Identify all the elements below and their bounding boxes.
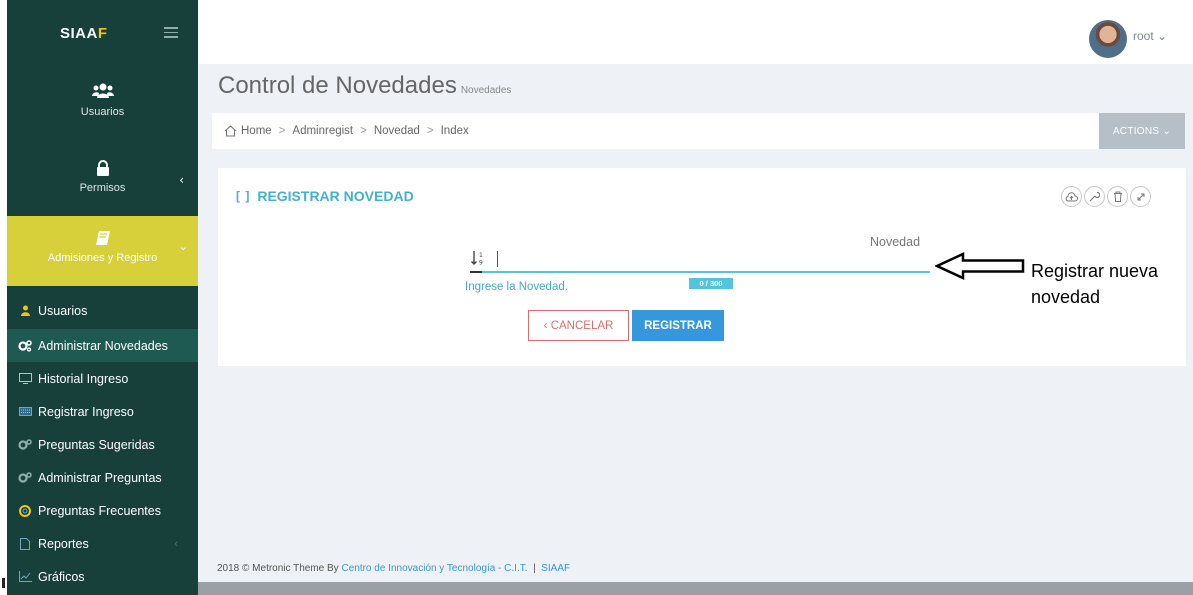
trash-icon[interactable] (1107, 186, 1128, 207)
book-icon (95, 231, 110, 245)
expand-bracket-icon: [ ] (236, 189, 251, 203)
window-edge (0, 0, 7, 595)
sidebar-item-permisos[interactable]: Permisos (7, 160, 198, 194)
chevron-left-icon: ‹ (174, 537, 178, 550)
sort-numeric-icon: 19 (470, 250, 486, 270)
sidebar-item-label: Admisiones y Registro (47, 252, 158, 264)
breadcrumb-novedad[interactable]: Novedad (374, 125, 420, 137)
sidebar-subitem-historial-ingreso[interactable]: Historial Ingreso (7, 362, 198, 395)
chevron-down-icon: ⌄ (1162, 125, 1172, 137)
sidebar-subitem-label: Administrar Preguntas (38, 470, 162, 485)
sidebar-subitem-label: Usuarios (38, 303, 88, 318)
brand-suffix: F (97, 25, 108, 42)
lock-icon (96, 160, 109, 176)
chevron-left-icon: ‹ (543, 319, 548, 332)
char-counter-badge: 0 / 300 (689, 278, 733, 289)
portlet-tools (1061, 186, 1151, 207)
chevron-down-icon: ⌄ (178, 240, 188, 253)
portlet-title: [ ] REGISTRAR NOVEDAD (236, 188, 414, 204)
keyboard-icon (18, 406, 32, 418)
sidebar-subitem-label: Administrar Novedades (38, 338, 168, 353)
register-button[interactable]: REGISTRAR (632, 310, 724, 341)
actions-label: ACTIONS (1112, 125, 1160, 137)
footer-separator: | (533, 563, 536, 574)
sidebar-subitem-administrar-preguntas[interactable]: Administrar Preguntas (7, 461, 198, 494)
breadcrumb-separator: > (426, 125, 434, 137)
sidebar-subitem-label: Reportes (38, 536, 89, 551)
bottom-scrollbar[interactable] (198, 582, 1193, 595)
top-bar (198, 8, 1193, 64)
register-label: REGISTRAR (644, 319, 712, 332)
text-cursor (497, 251, 498, 267)
cogs-icon (18, 339, 32, 352)
users-icon (91, 83, 114, 98)
cogs-icon (18, 471, 32, 484)
sidebar-subitem-administrar-novedades[interactable]: Administrar Novedades (7, 329, 198, 362)
novedad-input[interactable] (470, 271, 930, 273)
breadcrumb-home[interactable]: Home (241, 125, 272, 137)
sidebar-item-admisiones[interactable]: Admisiones y Registro (7, 230, 198, 264)
breadcrumb: Home > Adminregist > Novedad > Index (224, 125, 476, 137)
annotation-arrow-icon (935, 252, 1025, 280)
sidebar-subitem-reportes[interactable]: Reportes ‹ (7, 527, 198, 560)
sidebar-subitem-label: Preguntas Frecuentes (38, 503, 161, 518)
brand-logo[interactable]: SIAAF (60, 25, 108, 42)
breadcrumb-separator: > (360, 125, 367, 137)
wrench-icon[interactable] (1084, 186, 1105, 207)
field-label: Novedad (870, 235, 921, 249)
sidebar-subitem-label: Gráficos (38, 569, 85, 584)
footer: 2018 © Metronic Theme By Centro de Innov… (217, 563, 570, 574)
lifebuoy-icon (18, 504, 32, 517)
page-subtitle: Novedades (460, 85, 512, 96)
svg-text:1: 1 (479, 252, 483, 259)
sidebar-item-label: Usuarios (80, 106, 125, 118)
user-icon (18, 305, 32, 317)
footer-prefix: 2018 © Metronic Theme By (217, 563, 339, 574)
page-title-text: Control de Novedades (218, 72, 457, 99)
annotation-line1: Registrar nueva (1031, 261, 1159, 281)
cancel-button[interactable]: ‹ CANCELAR (528, 310, 629, 341)
edge-mark (2, 578, 5, 588)
sidebar-subitem-registrar-ingreso[interactable]: Registrar Ingreso (7, 395, 198, 428)
annotation-line2: novedad (1031, 287, 1101, 307)
sidebar-subitem-graficos[interactable]: Gráficos (7, 560, 198, 593)
annotation-text: Registrar nueva novedad (1031, 258, 1159, 310)
sidebar-subitem-preguntas-frecuentes[interactable]: Preguntas Frecuentes (7, 494, 198, 527)
page-title: Control de Novedades Novedades (218, 72, 511, 100)
username: root (1133, 29, 1154, 43)
sidebar-subitem-usuarios[interactable]: Usuarios (7, 294, 198, 327)
input-underline-accent (470, 271, 482, 273)
chevron-down-icon: ⌄ (1157, 29, 1168, 43)
svg-text:9: 9 (479, 260, 483, 267)
home-icon (224, 125, 237, 137)
brand-prefix: SIAA (60, 25, 98, 42)
footer-org-link[interactable]: Centro de Innovación y Tecnología - C.I.… (341, 563, 527, 574)
chart-icon (18, 571, 32, 583)
avatar[interactable] (1089, 20, 1127, 58)
breadcrumb-adminregist[interactable]: Adminregist (292, 125, 353, 137)
sidebar-item-usuarios[interactable]: Usuarios (7, 82, 198, 118)
menu-toggle-icon[interactable] (164, 27, 178, 38)
cogs-icon (18, 438, 32, 451)
cloud-upload-icon[interactable] (1061, 186, 1082, 207)
monitor-icon (18, 373, 32, 385)
document-icon (18, 537, 32, 550)
breadcrumb-index: Index (440, 125, 469, 137)
cancel-label: CANCELAR (550, 319, 614, 332)
sidebar-subitem-label: Historial Ingreso (38, 371, 129, 386)
sidebar-item-label: Permisos (79, 182, 126, 194)
field-hint: Ingrese la Novedad. (465, 281, 568, 293)
user-menu[interactable]: root ⌄ (1133, 29, 1167, 43)
fullscreen-icon[interactable] (1130, 186, 1151, 207)
sidebar-subitem-label: Registrar Ingreso (38, 404, 134, 419)
portlet-title-text: REGISTRAR NOVEDAD (257, 188, 414, 204)
chevron-left-icon: ‹ (179, 173, 184, 187)
actions-button[interactable]: ACTIONS ⌄ (1099, 113, 1185, 149)
sidebar-subitem-label: Preguntas Sugeridas (38, 437, 155, 452)
footer-app-link[interactable]: SIAAF (541, 563, 570, 574)
breadcrumb-separator: > (278, 125, 286, 137)
sidebar-subitem-preguntas-sugeridas[interactable]: Preguntas Sugeridas (7, 428, 198, 461)
sidebar: SIAAF Usuarios Permisos ‹ Admisiones y R… (7, 0, 198, 595)
